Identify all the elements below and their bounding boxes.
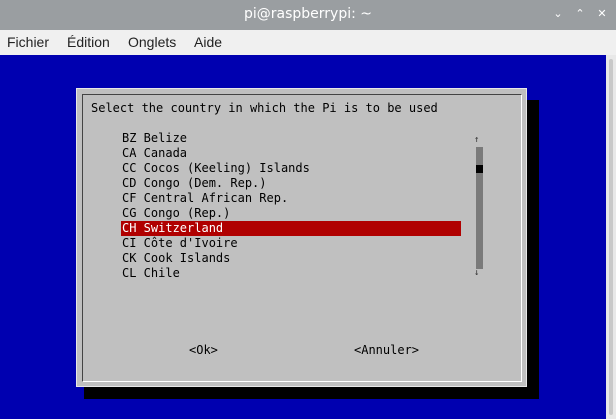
terminal-scrollbar-thumb[interactable] — [609, 59, 613, 415]
country-item[interactable]: BZ Belize — [121, 131, 461, 146]
scroll-down-arrow-icon[interactable]: ↓ — [474, 268, 479, 278]
country-item[interactable]: CF Central African Rep. — [121, 191, 461, 206]
menu-edition[interactable]: Édition — [67, 34, 110, 50]
terminal-scrollbar[interactable] — [606, 55, 616, 419]
window-titlebar: pi@raspberrypi: ~ ⌄ ⌃ ✕ — [0, 0, 616, 30]
country-item[interactable]: CK Cook Islands — [121, 251, 461, 266]
scroll-up-arrow-icon[interactable]: ↑ — [474, 135, 479, 145]
list-scrollbar-thumb[interactable] — [476, 165, 483, 173]
country-item[interactable]: CI Côte d'Ivoire — [121, 236, 461, 251]
dialog-prompt: Select the country in which the Pi is to… — [91, 101, 438, 115]
menu-aide[interactable]: Aide — [194, 34, 222, 50]
menu-onglets[interactable]: Onglets — [128, 34, 176, 50]
cancel-button[interactable]: <Annuler> — [354, 343, 419, 357]
country-item[interactable]: CC Cocos (Keeling) Islands — [121, 161, 461, 176]
country-item[interactable]: CG Congo (Rep.) — [121, 206, 461, 221]
maximize-icon[interactable]: ⌃ — [572, 6, 588, 22]
country-item[interactable]: CH Switzerland — [121, 221, 461, 236]
country-item[interactable]: CL Chile — [121, 266, 461, 281]
country-item[interactable]: CA Canada — [121, 146, 461, 161]
country-item[interactable]: CD Congo (Dem. Rep.) — [121, 176, 461, 191]
minimize-icon[interactable]: ⌄ — [550, 6, 566, 22]
ok-button[interactable]: <Ok> — [189, 343, 218, 357]
menu-bar: Fichier Édition Onglets Aide — [0, 30, 616, 55]
country-list[interactable]: BZ Belize CA Canada CC Cocos (Keeling) Isl… — [121, 131, 461, 281]
close-icon[interactable]: ✕ — [594, 6, 610, 22]
menu-fichier[interactable]: Fichier — [7, 34, 49, 50]
window-title: pi@raspberrypi: ~ — [243, 6, 373, 22]
